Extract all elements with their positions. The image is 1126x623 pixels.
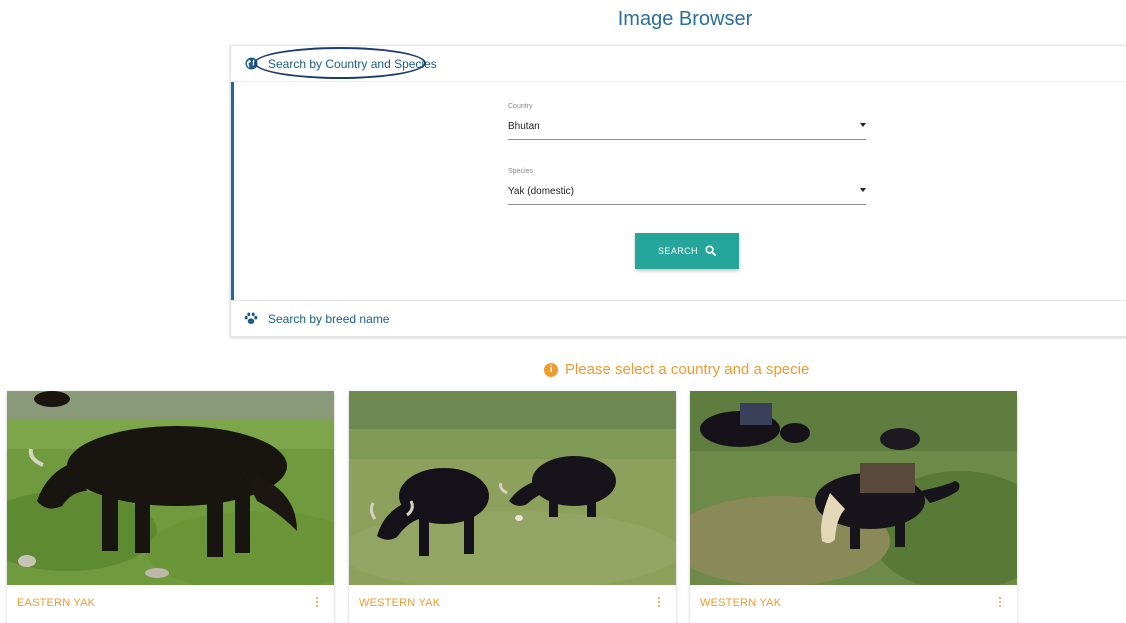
country-select[interactable]: Bhutan xyxy=(508,117,866,140)
species-select[interactable]: Yak (domestic) xyxy=(508,182,866,205)
country-field: Country Bhutan xyxy=(508,103,866,140)
dropdown-caret-icon xyxy=(860,188,866,192)
card-caption: WESTERN YAK xyxy=(700,597,782,609)
yak-photo[interactable] xyxy=(349,391,676,585)
search-button[interactable]: SEARCH xyxy=(635,233,739,269)
globe-icon xyxy=(244,57,258,71)
page-title: Image Browser xyxy=(617,8,753,30)
country-species-content: Country Bhutan Species Yak (domestic) SE… xyxy=(231,82,1126,300)
search-panel: Search by Country and Species Country Bh… xyxy=(230,45,1126,337)
accordion-breed[interactable]: Search by breed name xyxy=(231,300,1126,336)
notice-text: Please select a country and a specie xyxy=(565,361,810,378)
accordion-breed-label: Search by breed name xyxy=(268,311,390,326)
paw-icon xyxy=(244,312,258,326)
yak-photo[interactable] xyxy=(690,391,1017,585)
yak-photo[interactable] xyxy=(7,391,334,585)
search-button-label: SEARCH xyxy=(658,246,698,256)
species-field: Species Yak (domestic) xyxy=(508,168,866,205)
search-icon xyxy=(705,244,716,258)
image-card[interactable]: EASTERN YAK xyxy=(7,391,334,623)
card-caption: EASTERN YAK xyxy=(17,597,96,609)
more-vert-icon[interactable] xyxy=(997,597,1003,611)
species-label: Species xyxy=(508,168,533,175)
accordion-country-species-label: Search by Country and Species xyxy=(268,56,437,71)
info-icon: i xyxy=(544,362,558,377)
image-card[interactable]: WESTERN YAK xyxy=(690,391,1017,623)
card-caption: WESTERN YAK xyxy=(359,597,441,609)
more-vert-icon[interactable] xyxy=(656,597,662,611)
status-notice: i Please select a country and a specie xyxy=(544,361,809,378)
country-value: Bhutan xyxy=(508,121,540,132)
image-card[interactable]: WESTERN YAK xyxy=(349,391,676,623)
species-value: Yak (domestic) xyxy=(508,186,574,197)
dropdown-caret-icon xyxy=(860,123,866,127)
more-vert-icon[interactable] xyxy=(314,597,320,611)
accordion-country-species[interactable]: Search by Country and Species xyxy=(231,46,1126,82)
country-label: Country xyxy=(508,103,533,110)
